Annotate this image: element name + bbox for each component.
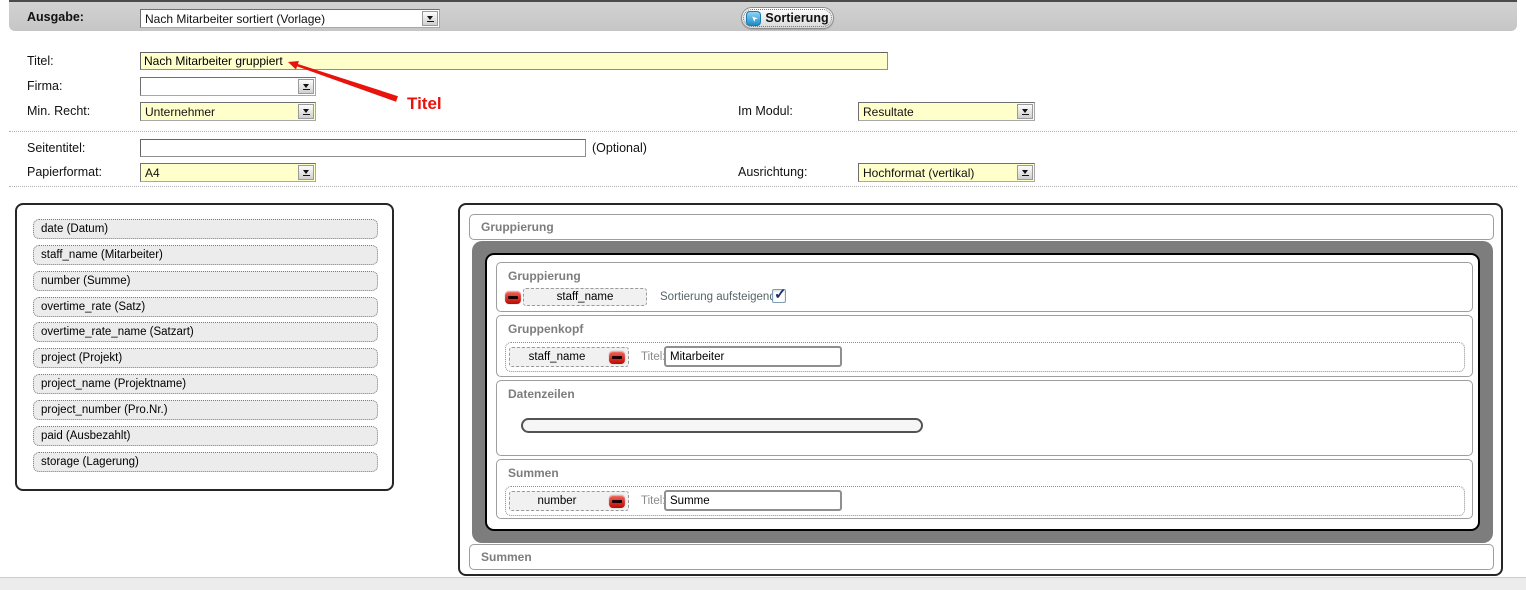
im-modul-value: Resultate [863, 105, 914, 119]
group-header-box: Gruppenkopf staff_name Titel: [496, 315, 1473, 377]
group-sums-box: Summen number Titel: [496, 459, 1473, 519]
dropdown-arrow-icon [1022, 170, 1028, 174]
dropdown-arrow-bar [303, 175, 310, 176]
group-sums-field-chip[interactable]: number [509, 491, 629, 511]
separator [9, 186, 1517, 187]
sums-section-title: Summen [481, 550, 532, 564]
field-chip-date[interactable]: date (Datum) [33, 219, 378, 239]
titel-input[interactable] [140, 52, 888, 70]
group-sums-titel-label: Titel: [641, 495, 666, 507]
data-rows-dropzone[interactable] [521, 418, 923, 433]
field-chip-number[interactable]: number (Summe) [33, 271, 378, 291]
output-toolbar: Ausgabe: Nach Mitarbeiter sortiert (Vorl… [9, 0, 1517, 31]
group-inner-panel: Gruppierung staff_name Sortierung aufste… [485, 253, 1480, 531]
papierformat-select[interactable]: A4 [140, 163, 316, 182]
im-modul-label: Im Modul: [738, 104, 793, 118]
dropdown-arrow-icon [1022, 109, 1028, 113]
papierformat-dropdown-button[interactable] [298, 165, 314, 180]
output-template-dropdown-button[interactable] [422, 11, 438, 26]
output-label: Ausgabe: [27, 10, 84, 24]
sort-ascending-checkbox[interactable] [772, 289, 786, 303]
grouping-section-title: Gruppierung [481, 220, 554, 234]
group-header-title: Gruppenkopf [508, 322, 583, 336]
dropdown-arrow-bar [1022, 114, 1029, 115]
group-header-field-chip[interactable]: staff_name [509, 347, 629, 367]
seitentitel-optional-hint: (Optional) [592, 141, 647, 155]
sortierung-button[interactable]: ➤ Sortierung [741, 7, 834, 29]
sums-section-header: Summen [469, 544, 1494, 570]
annotation-arrow [283, 55, 408, 107]
min-recht-value: Unternehmer [145, 105, 215, 119]
field-chip-project-number[interactable]: project_number (Pro.Nr.) [33, 400, 378, 420]
field-chip-project-name[interactable]: project_name (Projektname) [33, 374, 378, 394]
dropdown-arrow-icon [303, 170, 309, 174]
remove-group-sums-field-button[interactable] [609, 495, 625, 508]
group-header-field-label: staff_name [510, 351, 604, 363]
field-chip-staff-name[interactable]: staff_name (Mitarbeiter) [33, 245, 378, 265]
titel-label: Titel: [27, 54, 54, 68]
output-template-value: Nach Mitarbeiter sortiert (Vorlage) [145, 12, 325, 26]
grouping-section-header: Gruppierung [469, 214, 1494, 240]
min-recht-label: Min. Recht: [27, 104, 90, 118]
annotation-label: Titel [407, 94, 442, 114]
grouping-field-chip[interactable]: staff_name [523, 288, 647, 306]
ausrichtung-dropdown-button[interactable] [1017, 165, 1033, 180]
seitentitel-label: Seitentitel: [27, 141, 85, 155]
data-rows-box: Datenzeilen [496, 380, 1473, 456]
separator [9, 131, 1517, 132]
dropdown-arrow-bar [427, 21, 434, 22]
im-modul-select[interactable]: Resultate [858, 102, 1035, 121]
group-sums-field-label: number [510, 495, 604, 507]
group-sums-titel-input[interactable] [664, 490, 842, 511]
sortierung-button-label: Sortierung [765, 11, 828, 25]
field-chip-overtime-rate[interactable]: overtime_rate (Satz) [33, 297, 378, 317]
grouping-box: Gruppierung staff_name Sortierung aufste… [496, 262, 1473, 312]
dropdown-arrow-bar [1022, 175, 1029, 176]
data-rows-title: Datenzeilen [508, 387, 575, 401]
output-template-select[interactable]: Nach Mitarbeiter sortiert (Vorlage) [140, 9, 440, 28]
ausrichtung-label: Ausrichtung: [738, 165, 807, 179]
group-frame: Gruppierung staff_name Sortierung aufste… [472, 241, 1493, 543]
seitentitel-input[interactable] [140, 139, 586, 157]
group-header-titel-input[interactable] [664, 346, 842, 367]
grouping-box-title: Gruppierung [508, 269, 581, 283]
ausrichtung-value: Hochformat (vertikal) [863, 166, 974, 180]
group-header-titel-label: Titel: [641, 351, 666, 363]
firma-label: Firma: [27, 79, 62, 93]
field-chip-storage[interactable]: storage (Lagerung) [33, 452, 378, 472]
field-chip-project[interactable]: project (Projekt) [33, 348, 378, 368]
im-modul-dropdown-button[interactable] [1017, 104, 1033, 119]
dropdown-arrow-icon [303, 109, 309, 113]
remove-group-header-field-button[interactable] [609, 351, 625, 364]
papierformat-label: Papierformat: [27, 165, 102, 179]
field-chip-paid[interactable]: paid (Ausbezahlt) [33, 426, 378, 446]
group-header-row: staff_name Titel: [505, 342, 1465, 372]
dropdown-arrow-bar [303, 114, 310, 115]
papierformat-value: A4 [145, 166, 160, 180]
remove-grouping-field-button[interactable] [505, 291, 521, 304]
ausrichtung-select[interactable]: Hochformat (vertikal) [858, 163, 1035, 182]
field-chip-overtime-rate-name[interactable]: overtime_rate_name (Satzart) [33, 322, 378, 342]
group-sums-row: number Titel: [505, 486, 1465, 516]
report-builder-panel: Gruppierung Gruppierung staff_name Sorti… [458, 203, 1503, 576]
group-sums-title: Summen [508, 466, 559, 480]
available-fields-panel: date (Datum) staff_name (Mitarbeiter) nu… [15, 203, 394, 491]
sort-cursor-icon: ➤ [746, 11, 761, 26]
sort-ascending-label: Sortierung aufsteigend: [660, 291, 779, 303]
dropdown-arrow-icon [427, 16, 433, 20]
page: Ausgabe: Nach Mitarbeiter sortiert (Vorl… [0, 0, 1526, 578]
